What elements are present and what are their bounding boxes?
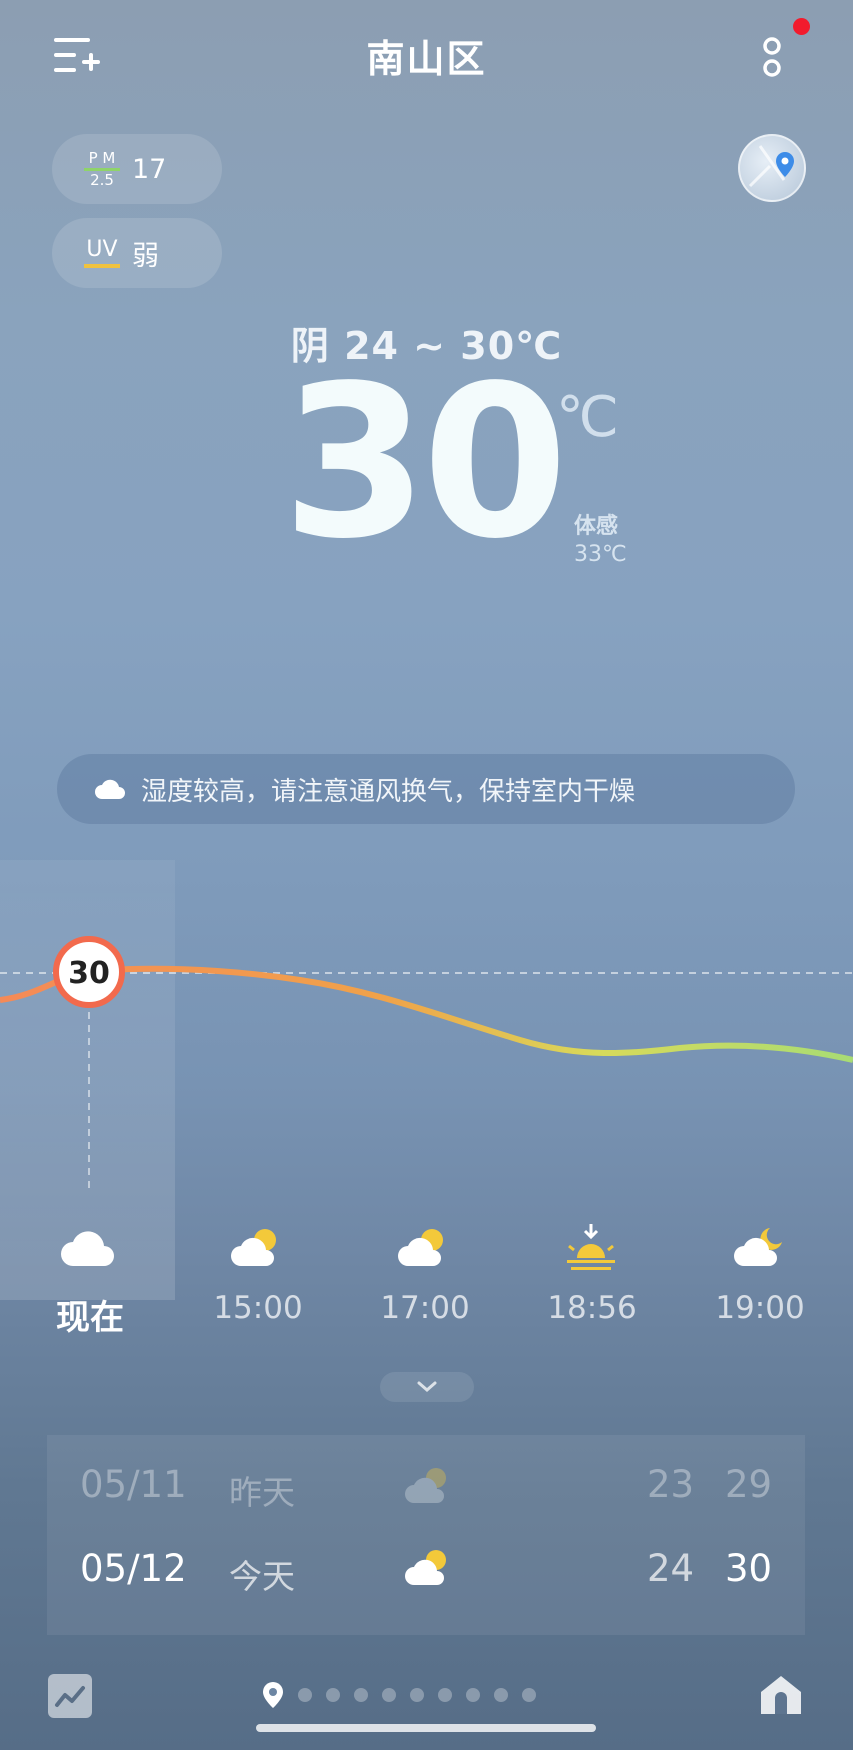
tip-text: 湿度较高，请注意通风换气，保持室内干燥 [141,776,636,807]
partly-cloudy-icon [405,1550,446,1585]
weather-tip[interactable]: 湿度较高，请注意通风换气，保持室内干燥 [57,754,795,824]
city-title: 南山区 [366,37,487,81]
pager-dot[interactable] [410,1688,424,1702]
daily-day: 昨天 [229,1473,295,1512]
hour-item-3-icon [561,1222,621,1272]
partly-cloudy-icon [398,1229,443,1266]
chevron-down-icon [417,1381,437,1392]
hour-item-1-icon [227,1222,287,1272]
pm-label-top: P M [88,148,116,167]
pm-label-bottom: 2.5 [90,170,114,189]
city-pager[interactable] [262,1680,536,1710]
pager-dot[interactable] [522,1688,536,1702]
pager-dot[interactable] [382,1688,396,1702]
hour-item-2-label: 17:00 [380,1290,470,1326]
location-pin-icon [263,1682,283,1708]
daily-date: 05/12 [80,1547,187,1590]
expand-button[interactable] [380,1372,474,1402]
daily-icon [402,1545,456,1589]
system-home-indicator[interactable] [256,1724,596,1732]
daily-date: 05/11 [80,1463,187,1506]
pager-dot[interactable] [326,1688,340,1702]
feels-like-value: 33℃ [574,542,627,567]
pm25-value: 17 [132,153,167,185]
uv-label: UV [72,238,132,268]
daily-high: 30 [725,1547,773,1590]
current-temperature: 30 [282,340,568,585]
home-button[interactable] [756,1670,806,1720]
daily-day: 今天 [229,1557,295,1596]
hour-item-3-label: 18:56 [547,1290,637,1326]
hour-item-0-label: 现在 [56,1298,124,1338]
more-icon [763,37,781,77]
trend-button[interactable] [48,1674,92,1718]
daily-icon [402,1463,456,1507]
temperature-curve-line [0,965,853,1063]
pm25-badge[interactable]: P M 2.5 17 [52,134,222,204]
partly-cloudy-icon [405,1468,446,1503]
temperature-unit: ℃ [556,385,619,450]
pager-dot[interactable] [298,1688,312,1702]
uv-indicator-line [84,264,120,268]
more-button[interactable] [752,34,792,84]
notification-dot [793,18,810,35]
home-icon [761,1676,801,1714]
pager-dot[interactable] [494,1688,508,1702]
pm25-label: P M 2.5 [72,148,132,189]
trend-chart-icon [55,1686,85,1707]
daily-high: 29 [725,1463,773,1506]
uv-value: 弱 [132,240,159,272]
partly-cloudy-icon [231,1229,276,1266]
pager-dot[interactable] [438,1688,452,1702]
daily-row-yesterday[interactable]: 05/11 昨天 23 29 [47,1447,805,1527]
pager-dot[interactable] [354,1688,368,1702]
feels-like-label: 体感 [574,514,619,539]
sunset-icon [567,1224,615,1270]
daily-forecast-panel: 05/11 昨天 23 29 05/12 今天 24 30 [47,1435,805,1635]
cloud-icon [61,1231,114,1266]
daily-row-today[interactable]: 05/12 今天 24 30 [47,1531,805,1611]
daily-low: 23 [647,1463,695,1506]
uv-label-text: UV [86,237,118,262]
hour-item-4-icon [730,1222,790,1272]
hourly-temperature-curve: 30 [0,936,853,1192]
cloudy-night-icon [734,1228,782,1266]
location-pin-icon [748,145,794,188]
now-temp-marker: 30 [68,956,110,991]
hour-item-4-label: 19:00 [715,1290,805,1326]
hour-item-1-label: 15:00 [213,1290,303,1326]
cloud-icon [95,779,125,799]
pager-dot[interactable] [466,1688,480,1702]
hour-item-2-icon [394,1222,454,1272]
hour-item-0-icon [59,1222,119,1272]
uv-badge[interactable]: UV 弱 [52,218,222,288]
daily-low: 24 [647,1547,695,1590]
map-button[interactable] [738,134,806,202]
